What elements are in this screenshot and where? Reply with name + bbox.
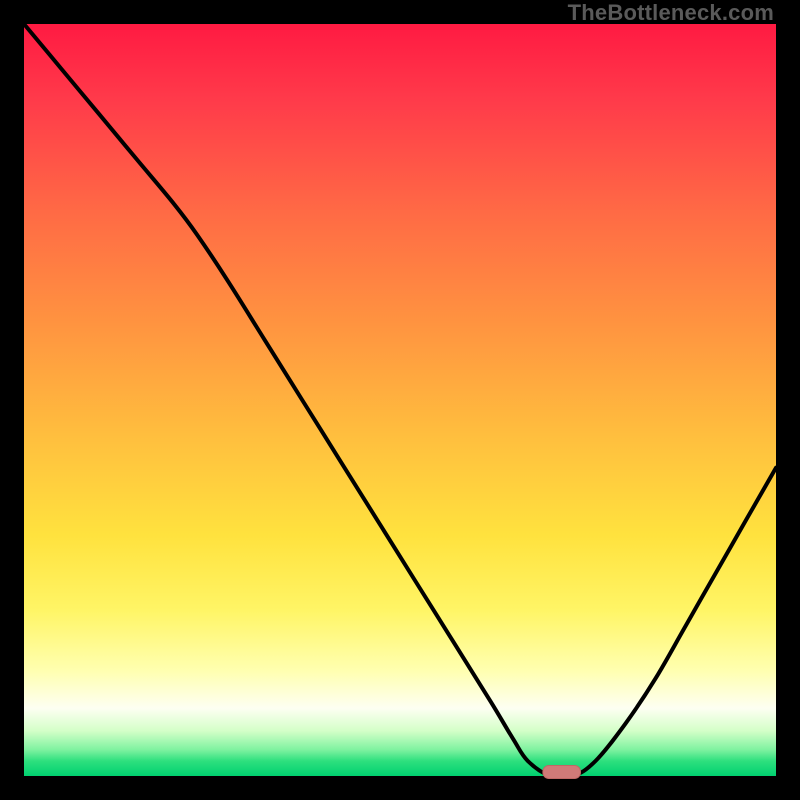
curve-layer [24, 24, 776, 776]
watermark-text: TheBottleneck.com [568, 0, 774, 26]
chart-frame: TheBottleneck.com [0, 0, 800, 800]
bottleneck-curve [24, 24, 776, 778]
optimal-marker [543, 766, 581, 779]
